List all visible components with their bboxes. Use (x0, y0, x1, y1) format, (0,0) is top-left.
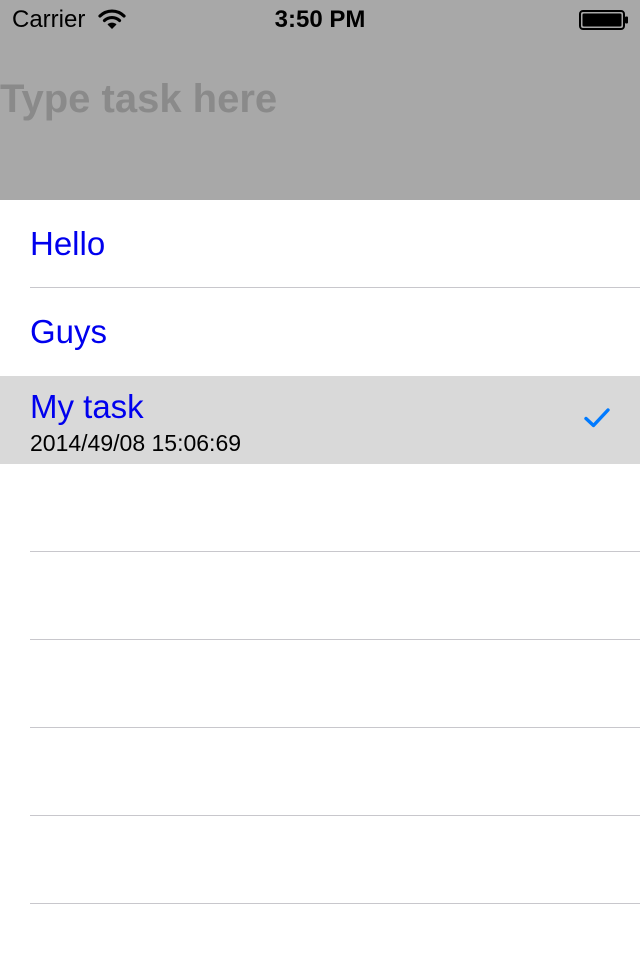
task-title: Hello (30, 225, 106, 262)
empty-row (0, 816, 640, 904)
status-time: 3:50 PM (274, 6, 366, 33)
status-bar: Carrier 3:50 PM (0, 0, 640, 40)
task-title: Guys (30, 313, 108, 350)
task-timestamp: 2014/49/08 15:06:69 (30, 430, 242, 456)
empty-row (0, 552, 640, 640)
empty-row (0, 728, 640, 816)
task-row[interactable]: Hello (0, 200, 640, 288)
task-list: Hello Guys My task 2014/49/08 15:06:69 (0, 200, 640, 904)
battery-icon (579, 10, 629, 30)
row-separator (30, 903, 640, 904)
task-title: My task (30, 388, 144, 425)
task-row-selected[interactable]: My task 2014/49/08 15:06:69 (0, 376, 640, 464)
empty-row (0, 640, 640, 728)
task-row[interactable]: Guys (0, 288, 640, 376)
empty-row (0, 464, 640, 552)
task-input[interactable] (0, 74, 620, 124)
checkmark-icon (583, 406, 611, 430)
header: Carrier 3:50 PM (0, 0, 640, 200)
